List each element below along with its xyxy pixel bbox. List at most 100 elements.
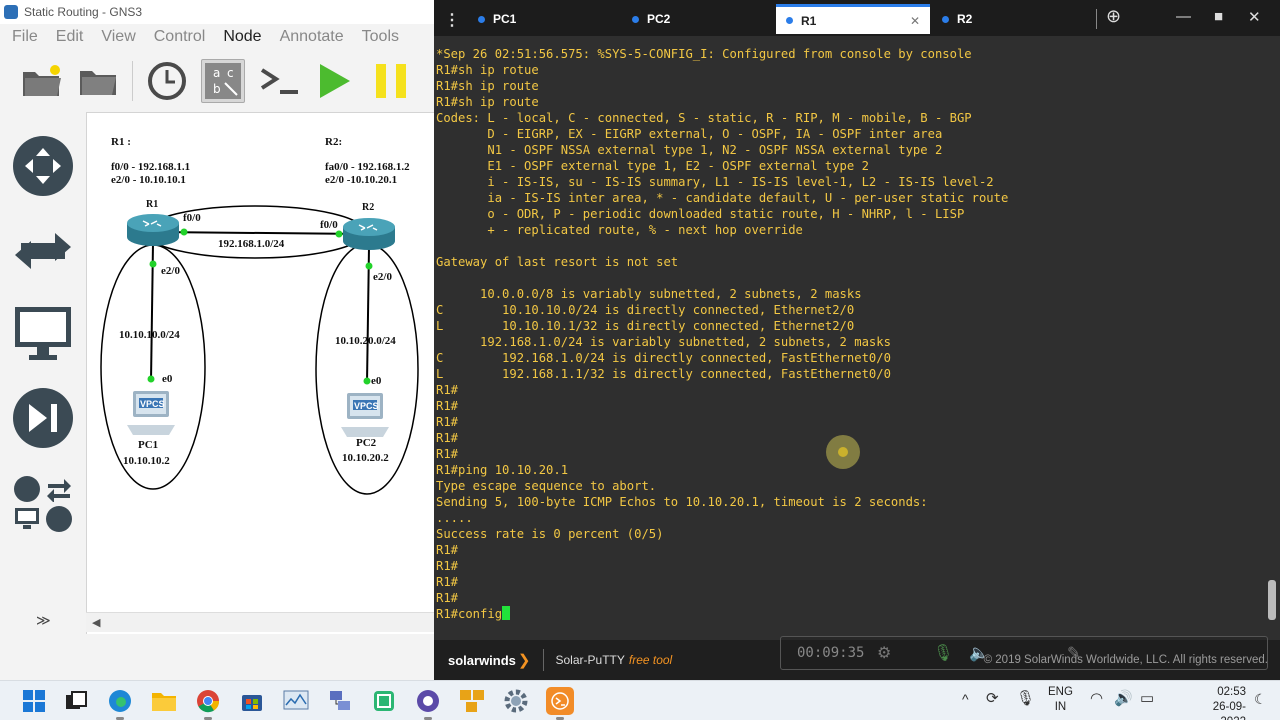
gns3-window: Static Routing - GNS3 File Edit View Con… [0,0,434,680]
show-hidden-icons-chevron-icon[interactable]: ^ [962,691,969,707]
snipping-tool-taskbar-button[interactable] [370,687,398,715]
snip-icon [374,691,394,711]
menu-edit[interactable]: Edit [44,28,90,46]
kebab-menu-icon[interactable]: ⋮ [444,10,460,30]
terminal-line: R1# [436,559,459,573]
terminal-line: 192.168.1.0/24 is variably subnetted, 2 … [436,335,891,349]
pc1-ip-label: 10.10.10.2 [123,455,170,467]
router-r2-icon[interactable] [343,218,395,250]
pc1-vpcs-icon[interactable] [127,391,175,435]
all-devices-small-router-icon[interactable] [14,476,40,502]
battery-icon[interactable]: ▭ [1140,689,1154,707]
gns3-logo-icon [4,5,18,19]
close-window-icon[interactable]: ✕ [1248,8,1261,26]
start-button[interactable] [20,687,48,715]
chrome-taskbar-button[interactable] [194,687,222,720]
snapshot-button[interactable] [145,59,189,103]
minimize-icon[interactable]: — [1176,8,1191,25]
store-icon [242,695,262,711]
monitor-icon [15,307,71,360]
sync-icon[interactable]: ⟳ [986,689,999,707]
terminal-line: Success rate is 0 percent (0/5) [436,527,664,541]
menu-view[interactable]: View [89,28,141,46]
r2-f0-status-dot [335,230,343,238]
tab-status-dot [632,15,639,23]
security-devices-category-button[interactable] [13,388,73,448]
new-session-plus-icon[interactable]: ⊕ [1106,6,1121,27]
pc2-name-label: PC2 [356,437,377,449]
console-all-button[interactable] [257,59,301,103]
file-explorer-taskbar-button[interactable] [150,687,178,715]
suspend-all-button[interactable] [369,59,413,103]
canvas-horizontal-scrollbar[interactable]: ◀ [86,612,434,632]
solarwinds-logo: solarwinds [448,652,516,668]
terminal-line: ia - IS-IS inter area, * - candidate def… [436,191,1009,205]
pen-icon[interactable]: ✎ [1067,643,1080,663]
settings-taskbar-button[interactable] [502,687,530,715]
pc2-e0-status-dot [363,377,371,385]
tab-r1[interactable]: R1 ✕ [776,4,930,34]
menu-annotate[interactable]: Annotate [268,28,350,46]
recorder-settings-icon[interactable]: ⚙ [877,643,891,663]
open-project-button[interactable] [76,59,120,103]
network-app-taskbar-button[interactable] [326,687,354,715]
tab-label: PC2 [647,12,671,26]
microphone-tray-icon[interactable]: 🎙 [1016,689,1035,707]
input-language-indicator[interactable]: ENG IN [1048,685,1073,715]
router-r1-icon[interactable] [127,214,179,246]
topology-canvas[interactable]: R1 : f0/0 - 192.168.1.1 e2/0 - 10.10.10.… [86,112,434,634]
scroll-left-arrow-icon[interactable]: ◀ [92,616,100,629]
region-code: IN [1054,701,1067,713]
menu-node[interactable]: Node [211,28,267,46]
taskbar-clock[interactable]: 02:53 26-09-2022 [1188,685,1246,720]
pause-icon [376,64,406,98]
terminal-line: + - replicated route, % - next hop overr… [436,223,803,237]
task-view-button[interactable] [62,687,90,715]
gns3-taskbar-button[interactable] [414,687,442,720]
start-all-button[interactable] [313,59,357,103]
gns3-title-bar: Static Routing - GNS3 [0,0,434,24]
small-monitor-icon [15,508,39,529]
terminal-line: R1#sh ip rotue [436,63,539,77]
speaker-icon[interactable]: 🔈 [969,643,989,663]
all-devices-small-security-icon[interactable] [46,506,72,532]
microphone-icon[interactable]: 🎙 [933,643,953,663]
volume-icon[interactable]: 🔊 [1114,689,1133,707]
pc2-ip-label: 10.10.20.2 [342,452,389,464]
menu-tools[interactable]: Tools [350,28,405,46]
language-code: ENG [1048,686,1073,698]
store-taskbar-button[interactable] [238,687,266,715]
terminal-scrollbar-thumb[interactable] [1268,580,1276,620]
menu-control[interactable]: Control [142,28,212,46]
switches-category-button[interactable] [13,220,73,280]
solar-putty-taskbar-button[interactable] [546,687,574,720]
all-devices-small-monitor-icon[interactable] [14,506,40,532]
end-devices-category-button[interactable] [13,304,73,364]
skip-forward-icon [29,404,57,432]
notifications-moon-icon[interactable]: ☾ [1254,691,1267,708]
show-interface-labels-button[interactable]: acb [201,59,245,103]
new-project-button[interactable] [20,59,64,103]
tab-pc2[interactable]: PC2 [630,4,780,34]
pc1-port-label: e0 [162,373,173,385]
terminal-output[interactable]: *Sep 26 02:51:56.575: %SYS-5-CONFIG_I: C… [436,46,1264,632]
pc2-vpcs-icon[interactable] [341,393,389,437]
sidebar-expand-icon[interactable]: ≫ [36,612,51,629]
menu-file[interactable]: File [0,28,44,46]
wifi-icon[interactable]: ◠ [1090,689,1103,707]
r1-f0-status-dot [180,228,188,236]
r2-e2-status-dot [365,262,373,270]
all-devices-small-switch-icon[interactable] [46,476,72,503]
topology-app-taskbar-button[interactable] [458,687,486,715]
edge-taskbar-button[interactable] [106,687,134,720]
pc1-name-label: PC1 [138,439,159,451]
recording-toolbar-overlay: 00:09:35 ⚙ 🎙 🔈 ✎ [780,636,1268,670]
tab-r2[interactable]: R2 [940,4,1090,34]
routers-category-button[interactable] [13,136,73,196]
pc1-vpcs-text: VPCS [140,399,165,409]
performance-monitor-taskbar-button[interactable] [282,687,310,715]
close-tab-icon[interactable]: ✕ [910,14,920,28]
terminal-line: Codes: L - local, C - connected, S - sta… [436,111,972,125]
maximize-icon[interactable]: ■ [1214,8,1223,25]
tab-pc1[interactable]: PC1 [474,4,624,34]
